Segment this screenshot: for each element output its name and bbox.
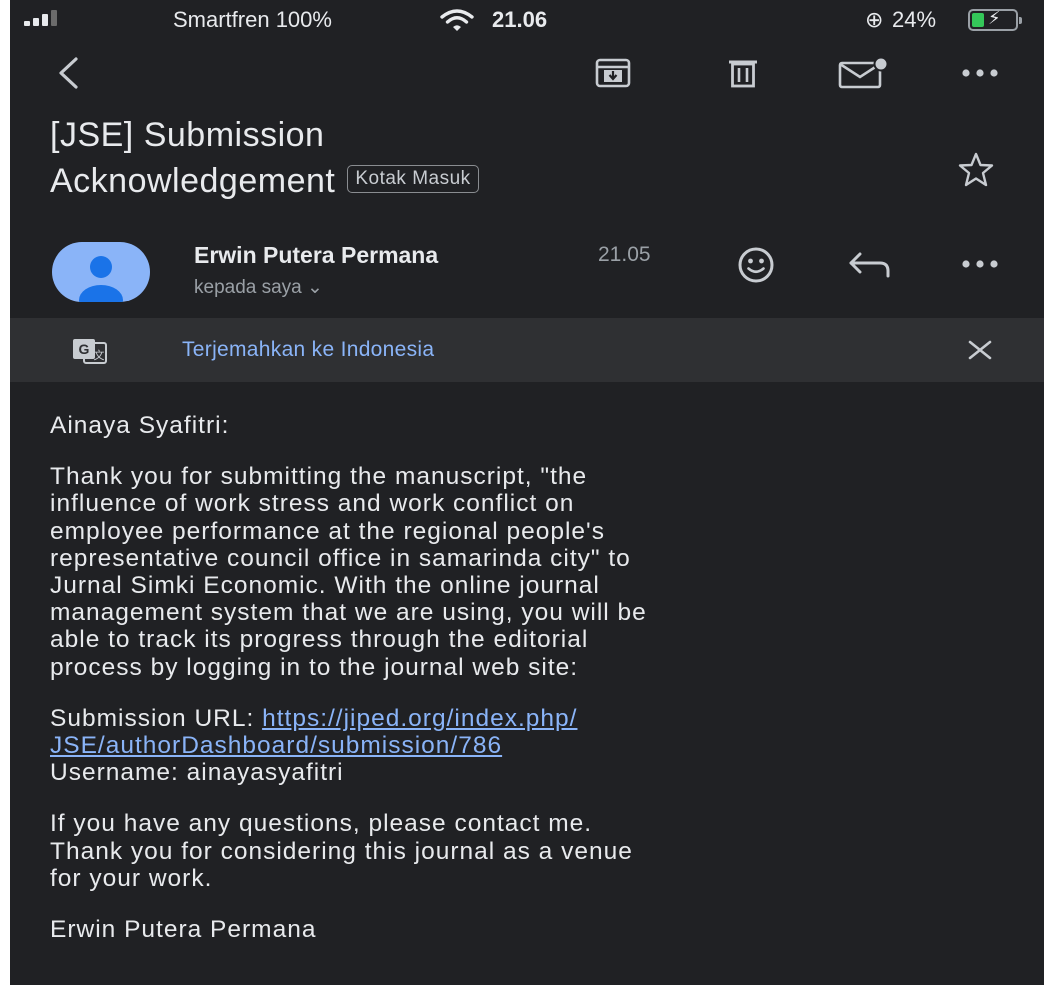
back-arrow-icon[interactable] (44, 45, 94, 101)
email-screen: Smartfren 100% 21.06 ⊕ 24% ⚡ [JSE] Submi… (10, 0, 1044, 985)
inbox-label-chip[interactable]: Kotak Masuk (347, 165, 479, 194)
avatar[interactable] (52, 242, 150, 302)
carrier-label: Smartfren 100% (173, 7, 332, 32)
body-paragraph-1: Thank you for submitting the manuscript,… (50, 463, 647, 681)
username-text: Username: ainayasyafitri (50, 759, 344, 787)
submission-url-link-cont[interactable]: JSE/authorDashboard/submission/786 (50, 732, 502, 759)
mark-unread-icon[interactable] (830, 45, 896, 101)
more-horizontal-icon[interactable] (950, 45, 1010, 101)
wifi-icon (440, 8, 474, 38)
star-icon[interactable] (956, 150, 996, 190)
emoji-reaction-icon[interactable] (735, 244, 777, 286)
sender-name[interactable]: Erwin Putera Permana (194, 242, 438, 269)
battery-percent: 24% (892, 7, 937, 32)
trash-icon[interactable] (715, 45, 771, 101)
orientation-lock-icon: ⊕ (865, 7, 884, 32)
url-label: Submission URL: (50, 704, 263, 732)
sent-time: 21.05 (598, 243, 651, 266)
translate-bar: G 文 Terjemahkan ke Indonesia (10, 318, 1044, 382)
email-subject: [JSE] Submission Acknowledgement Kotak Ma… (50, 112, 950, 204)
submission-info: Submission URL: https://jiped.org/index.… (50, 705, 1020, 787)
toolbar (10, 45, 1044, 101)
subject-line-2: Acknowledgement (50, 162, 336, 200)
reply-icon[interactable] (846, 248, 896, 282)
body-paragraph-2: If you have any questions, please contac… (50, 810, 633, 892)
message-more-icon[interactable] (950, 252, 1010, 276)
svg-text:文: 文 (94, 348, 105, 362)
battery-icon: ⚡ (968, 8, 1022, 31)
signal-icon (24, 10, 64, 26)
email-body: Ainaya Syafitri: Thank you for submittin… (50, 412, 1020, 943)
svg-text:G: G (79, 341, 90, 357)
status-time: 21.06 (492, 7, 548, 32)
archive-icon[interactable] (585, 45, 641, 101)
subject-line-1: [JSE] Submission (50, 116, 325, 154)
close-icon[interactable] (965, 335, 995, 365)
recipient-toggle[interactable]: kepada saya ⌄ (194, 276, 323, 299)
signature: Erwin Putera Permana (50, 916, 317, 944)
greeting: Ainaya Syafitri: (50, 412, 230, 439)
submission-url-link[interactable]: https://jiped.org/index.php/ (262, 705, 577, 732)
translate-icon: G 文 (70, 337, 110, 370)
translate-link[interactable]: Terjemahkan ke Indonesia (182, 338, 434, 362)
status-bar: Smartfren 100% 21.06 ⊕ 24% ⚡ (10, 0, 1044, 40)
